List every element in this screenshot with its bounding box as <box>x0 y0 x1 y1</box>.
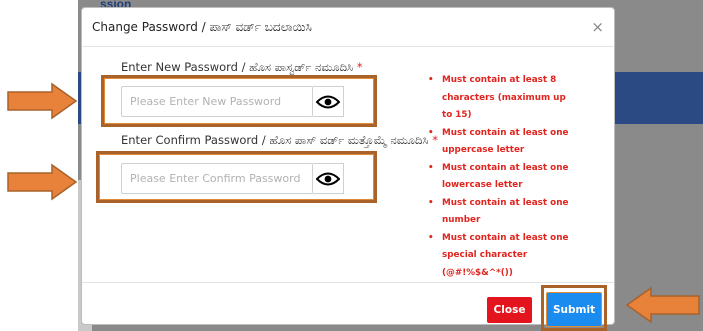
password-rule: • Must contain at least 8 characters (max… <box>428 75 566 120</box>
modal-title: Change Password / ಪಾಸ್ ವರ್ಡ್ ಬದಲಾಯಿಸಿ <box>92 20 312 34</box>
arrow-left-icon <box>625 286 700 324</box>
new-password-label-text: Enter New Password / ಹೊಸ ಪಾಸ್ವರ್ಡ್ ನಮೂದಿ… <box>121 60 354 74</box>
arrow-right-icon <box>7 163 78 201</box>
required-marker: * <box>356 60 363 74</box>
confirm-password-label: Enter Confirm Password / ಹೊಸ ಪಾಸ್ ವರ್ಡ್ … <box>121 133 438 148</box>
close-icon[interactable]: × <box>591 18 604 36</box>
close-button[interactable]: Close <box>487 297 532 323</box>
change-password-modal: Change Password / ಪಾಸ್ ವರ್ಡ್ ಬದಲಾಯಿಸಿ × … <box>81 7 615 331</box>
confirm-password-label-text: Enter Confirm Password / ಹೊಸ ಪಾಸ್ ವರ್ಡ್ … <box>121 133 429 147</box>
submit-button[interactable]: Submit <box>546 292 602 327</box>
password-rule: • Must contain at least one special chara… <box>428 232 569 278</box>
password-rule: • Must contain at least one number <box>428 197 569 226</box>
password-rule: • Must contain at least one lowercase let… <box>428 162 569 191</box>
new-password-input[interactable] <box>121 86 313 117</box>
eye-icon <box>316 95 340 108</box>
confirm-password-input[interactable] <box>121 163 313 194</box>
modal-header: Change Password / ಪಾಸ್ ವರ್ಡ್ ಬದಲಾಯಿಸಿ × <box>82 8 614 47</box>
password-rules-list: • Must contain at least 8 characters (max… <box>424 72 574 282</box>
eye-icon <box>316 172 340 185</box>
confirm-password-visibility-toggle[interactable] <box>313 163 344 194</box>
new-password-label: Enter New Password / ಹೊಸ ಪಾಸ್ವರ್ಡ್ ನಮೂದಿ… <box>121 60 363 75</box>
modal-footer-divider <box>82 282 614 283</box>
arrow-right-icon <box>7 82 78 120</box>
password-rule: • Must contain at least one uppercase let… <box>428 127 569 156</box>
new-password-visibility-toggle[interactable] <box>313 86 344 117</box>
